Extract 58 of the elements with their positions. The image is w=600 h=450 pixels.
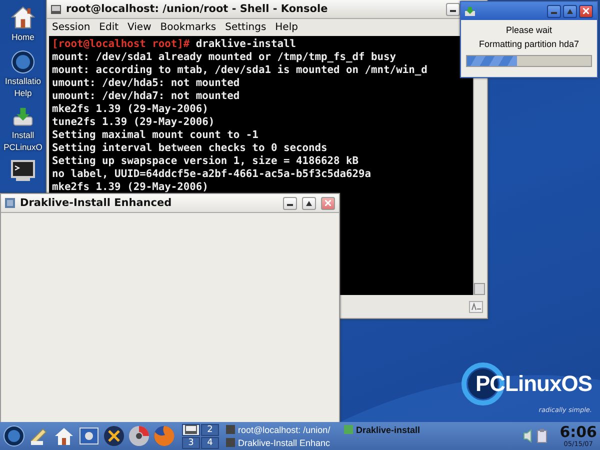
terminal-line: mount: according to mtab, /dev/sda1 is mounted on /mnt/win_d	[52, 64, 428, 77]
terminal-line: mke2fs 1.39 (29-May-2006)	[52, 103, 210, 116]
terminal-line: Setting up swapspace version 1, size = 4186628 kB	[52, 155, 360, 168]
terminal-line: mke2fs 1.39 (29-May-2006)	[52, 181, 210, 194]
menu-item[interactable]: Edit	[99, 22, 119, 32]
terminal-line: Setting maximal mount count to -1	[52, 129, 260, 142]
tools-icon[interactable]	[103, 425, 125, 447]
window-icon	[5, 198, 15, 208]
install-icon	[465, 6, 475, 16]
speaker-icon[interactable]	[522, 429, 533, 443]
status-message: Please wait	[506, 25, 552, 35]
terminal-line: umount: /dev/hda7: not mounted	[52, 90, 241, 103]
menu-item[interactable]: Bookmarks	[160, 22, 216, 32]
terminal-line: umount: /dev/hda5: not mounted	[52, 77, 241, 90]
close-icon	[325, 200, 331, 206]
task-button[interactable]: root@localhost: /union/	[226, 423, 342, 436]
icon-label[interactable]: Home	[12, 32, 34, 42]
desktop-switch[interactable]: 3	[182, 436, 200, 448]
icon-label[interactable]: Help	[14, 88, 32, 98]
desktop-switch[interactable]: 2	[201, 424, 219, 436]
clock-time: 6:06	[560, 424, 597, 440]
maximize-icon	[567, 8, 573, 14]
menu-item[interactable]: Help	[275, 22, 298, 32]
house-icon[interactable]	[10, 4, 36, 30]
terminal-icon	[51, 4, 61, 14]
icon-label[interactable]: Install	[12, 130, 34, 140]
close-icon	[583, 8, 589, 14]
terminal-line: [root@localhost root]# draklive-install	[52, 38, 297, 51]
icon-label[interactable]: PCLinuxO	[4, 142, 42, 152]
terminal-icon[interactable]	[10, 160, 36, 182]
menu-item[interactable]: Settings	[225, 22, 266, 32]
maximize-icon	[306, 200, 312, 206]
menu-item[interactable]: View	[128, 22, 152, 32]
font-icon[interactable]	[469, 301, 483, 313]
menu-item[interactable]: Session	[52, 22, 90, 32]
status-message: Formatting partition hda7	[478, 39, 580, 49]
minimize-button[interactable]	[283, 196, 297, 210]
terminal-line: mount: /dev/sda1 already mounted or /tmp/tmp_fs_df busy	[52, 51, 398, 64]
install-icon[interactable]	[11, 106, 35, 128]
window-title: root@localhost: /union/root - Shell - Konsole	[66, 3, 329, 15]
maximize-button[interactable]	[302, 196, 316, 210]
logo-text: PCLinuxOS	[475, 371, 592, 397]
minimize-button[interactable]	[446, 2, 460, 16]
settings-icon[interactable]	[78, 425, 100, 447]
house-icon[interactable]	[53, 425, 75, 447]
icon-label[interactable]: Installatio	[5, 76, 41, 86]
desktop-switch[interactable]	[182, 424, 200, 436]
terminal-line: Setting interval between checks to 0 seconds	[52, 142, 328, 155]
task-button[interactable]: Draklive-Install Enhanc	[226, 436, 342, 449]
clipboard-icon[interactable]	[536, 429, 547, 443]
desktop-switch[interactable]: 4	[201, 436, 219, 448]
task-button[interactable]: Draklive-install	[344, 423, 454, 436]
terminal-line: tune2fs 1.39 (29-May-2006)	[52, 116, 216, 129]
disc-icon[interactable]	[128, 425, 150, 447]
window-title: Draklive-Install Enhanced	[20, 197, 173, 209]
close-button[interactable]	[579, 4, 593, 18]
window-icon	[344, 425, 353, 434]
terminal-line: no label, UUID=64ddcf5e-a2bf-4661-ac5a-b5f3c5da629a	[52, 168, 372, 181]
